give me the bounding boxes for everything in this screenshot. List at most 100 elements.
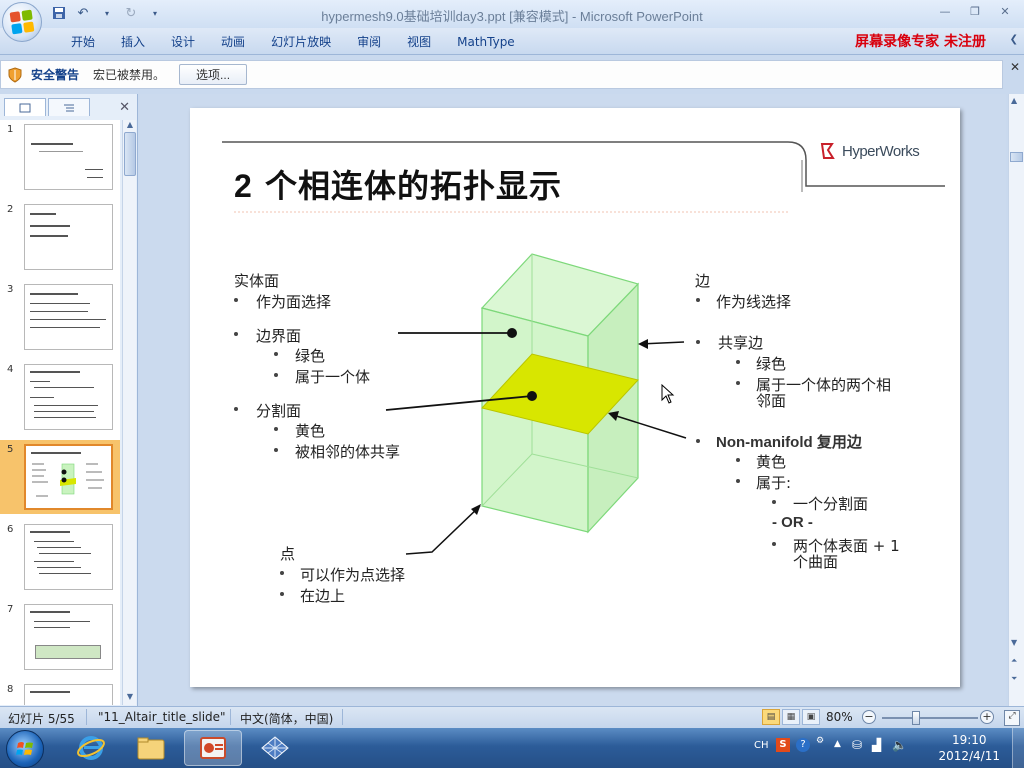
show-hidden-icons-icon[interactable]: ▲ [834, 739, 841, 749]
ribbon: 开始 插入 设计 动画 幻灯片放映 审阅 视图 MathType 屏幕录像专家 … [0, 28, 1024, 55]
thumbnail-slide-8[interactable]: 8 [0, 680, 120, 705]
window-title: hypermesh9.0基础培训day3.ppt [兼容模式] - Micros… [321, 9, 703, 24]
shared-edge-owner-2: 邻面 [756, 392, 787, 410]
previous-slide-icon[interactable]: ⏶ [1011, 656, 1017, 666]
slide-sorter-icon[interactable]: ▦ [782, 709, 800, 725]
split-face-owner: 被相邻的体共享 [295, 443, 401, 461]
zoom-slider[interactable] [882, 717, 978, 719]
solid-face-heading: 实体面 [234, 272, 280, 290]
slideshow-icon[interactable]: ▣ [802, 709, 820, 725]
fit-to-window-icon[interactable]: ⤢ [1004, 710, 1020, 726]
split-face-color: 黄色 [295, 422, 326, 440]
scroll-up-icon[interactable]: ▲ [123, 120, 137, 132]
start-button[interactable] [6, 730, 44, 768]
ribbon-tabs: 开始 插入 设计 动画 幻灯片放映 审阅 视图 MathType [58, 33, 528, 51]
close-button[interactable]: ✕ [992, 2, 1018, 20]
normal-view-icon[interactable]: ▤ [762, 709, 780, 725]
taskbar-explorer[interactable] [122, 730, 180, 766]
window-controls: — ❐ ✕ [932, 2, 1018, 20]
thumbnail-slide-7[interactable]: 7 [0, 600, 120, 674]
thumbnail-slide-2[interactable]: 2 [0, 200, 120, 274]
security-message: 宏已被禁用。 [93, 68, 166, 82]
tab-mathtype[interactable]: MathType [444, 33, 528, 51]
non-manifold-belongs: 属于: [756, 474, 792, 492]
security-title: 安全警告 [31, 68, 80, 82]
help-icon[interactable]: ? [796, 738, 810, 752]
ribbon-collapse-icon[interactable]: ❮ [1010, 34, 1018, 45]
usb-icon[interactable]: ⛁ [852, 738, 862, 752]
shared-edge-color: 绿色 [756, 355, 787, 373]
slide-counter: 幻灯片 5/55 [8, 712, 75, 726]
boundary-face-owner: 属于一个体 [295, 368, 371, 386]
shield-icon [8, 66, 22, 83]
slide-scroll-down-icon[interactable]: ▼ [1011, 638, 1017, 647]
solid-face-item: 作为面选择 [256, 293, 332, 311]
taskbar-hypermesh[interactable] [246, 730, 304, 766]
security-warning-bar: 安全警告 宏已被禁用。 选项... [0, 60, 1003, 89]
minimize-button[interactable]: — [932, 2, 958, 20]
tab-view[interactable]: 视图 [394, 33, 444, 51]
clock[interactable]: 19:10 2012/4/11 [938, 732, 1000, 764]
options-button[interactable]: 选项... [179, 64, 248, 85]
close-security-bar-icon[interactable]: ✕ [1010, 60, 1020, 74]
thumbnail-slide-6[interactable]: 6 [0, 520, 120, 594]
clock-time: 19:10 [951, 733, 987, 747]
system-tray: CH S ? ⚙ ▲ ⛁ ▟ 🔈 19:10 2012/4/11 [744, 728, 1024, 768]
mouse-cursor-icon [661, 384, 675, 404]
slide: 2 个相连体的拓扑显示 HyperWorks 实体面 作为面选择 边界面 绿色 … [190, 108, 960, 687]
taskbar-ie[interactable] [62, 730, 120, 766]
zoom-level[interactable]: 80% [826, 710, 853, 724]
non-manifold-heading: Non-manifold 复用边 [716, 434, 862, 451]
slides-panel: ✕ 1 2 3 4 5 6 7 8 ▲ ▼ [0, 94, 138, 706]
edge-item: 作为线选择 [716, 293, 792, 311]
thumbnail-slide-4[interactable]: 4 [0, 360, 120, 434]
tab-review[interactable]: 审阅 [344, 33, 394, 51]
zoom-slider-knob[interactable] [912, 711, 920, 725]
tab-design[interactable]: 设计 [158, 33, 208, 51]
taskbar: CH S ? ⚙ ▲ ⛁ ▟ 🔈 19:10 2012/4/11 [0, 728, 1024, 768]
point-heading: 点 [280, 545, 296, 563]
thumbnail-slide-3[interactable]: 3 [0, 280, 120, 354]
close-panel-icon[interactable]: ✕ [119, 100, 130, 115]
point-item-1: 可以作为点选择 [300, 566, 406, 584]
ime-indicator[interactable]: CH [754, 740, 769, 751]
tab-home[interactable]: 开始 [58, 33, 108, 51]
windows-logo-icon [16, 742, 33, 755]
tab-animations[interactable]: 动画 [208, 33, 258, 51]
tab-insert[interactable]: 插入 [108, 33, 158, 51]
thumbnail-slide-5[interactable]: 5 [0, 440, 120, 514]
options-tray-icon[interactable]: ⚙ [816, 736, 824, 746]
office-logo-icon [9, 9, 35, 35]
sogou-icon[interactable]: S [776, 738, 790, 752]
panel-scroll-thumb[interactable] [124, 132, 136, 176]
zoom-out-button[interactable]: − [862, 710, 876, 724]
slide-scroll-thumb[interactable] [1010, 152, 1023, 162]
thumbnail-slide-1[interactable]: 1 [0, 120, 120, 194]
taskbar-powerpoint[interactable] [184, 730, 242, 766]
language-indicator[interactable]: 中文(简体，中国) [240, 710, 333, 727]
scroll-down-icon[interactable]: ▼ [123, 692, 137, 704]
slide-scrollbar[interactable]: ▲ ▼ ⏶ ⏷ [1008, 94, 1024, 706]
next-slide-icon[interactable]: ⏷ [1011, 674, 1017, 684]
outline-tab-icon [64, 104, 74, 111]
point-item-2: 在边上 [300, 587, 346, 605]
outline-tab[interactable] [48, 98, 90, 116]
show-desktop-button[interactable] [1012, 728, 1024, 768]
clock-date: 2012/4/11 [938, 749, 1000, 763]
folder-icon [137, 737, 165, 760]
slides-tab-icon [19, 103, 31, 112]
zoom-in-button[interactable]: + [980, 710, 994, 724]
panel-scrollbar[interactable]: ▲ ▼ [122, 120, 136, 705]
restore-button[interactable]: ❐ [962, 2, 988, 20]
split-face-heading: 分割面 [256, 402, 302, 420]
office-button[interactable] [2, 2, 42, 42]
slides-tab[interactable] [4, 98, 46, 116]
tab-slideshow[interactable]: 幻灯片放映 [258, 33, 344, 51]
volume-icon[interactable]: 🔈 [892, 738, 907, 752]
slide-thumbnails: 1 2 3 4 5 6 7 8 [0, 120, 120, 705]
edge-heading: 边 [695, 272, 711, 290]
powerpoint-icon [200, 737, 226, 759]
slide-scroll-up-icon[interactable]: ▲ [1011, 96, 1017, 105]
network-icon[interactable]: ▟ [872, 738, 881, 752]
non-manifold-split-face: 一个分割面 [793, 495, 869, 513]
